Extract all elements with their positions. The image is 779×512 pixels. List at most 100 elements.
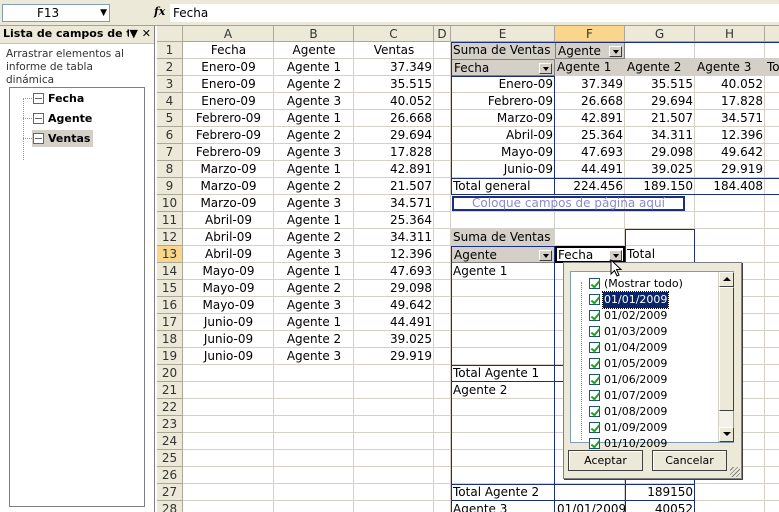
row-header-22[interactable]: 22: [157, 399, 183, 416]
formula-input[interactable]: Fecha: [170, 4, 779, 22]
table-cell-fecha[interactable]: Abril-09: [183, 229, 274, 246]
row-header-8[interactable]: 8: [157, 161, 183, 178]
row-header-23[interactable]: 23: [157, 416, 183, 433]
table-cell-ventas[interactable]: 21.507: [354, 178, 434, 195]
table-cell-fecha[interactable]: Febrero-09: [183, 127, 274, 144]
row-header-21[interactable]: 21: [157, 382, 183, 399]
table-cell-ventas[interactable]: 40.052: [354, 93, 434, 110]
checkbox-icon[interactable]: [33, 113, 44, 124]
table-cell-ventas[interactable]: 49.642: [354, 297, 434, 314]
table-cell-ventas[interactable]: 42.891: [354, 161, 434, 178]
checkbox-checked-icon[interactable]: [589, 294, 600, 305]
table-cell-fecha[interactable]: Abril-09: [183, 212, 274, 229]
table-cell-fecha[interactable]: Junio-09: [183, 348, 274, 365]
checkbox-checked-icon[interactable]: [589, 310, 600, 321]
accept-button[interactable]: Aceptar: [568, 450, 643, 471]
table-header[interactable]: Agente: [274, 42, 354, 59]
filter-item-list[interactable]: (Mostrar todo) 01/01/2009 01/02/2009 01/03/…: [570, 271, 734, 450]
table-cell-fecha[interactable]: Febrero-09: [183, 110, 274, 127]
checkbox-checked-icon[interactable]: [589, 326, 600, 337]
field-item-fecha[interactable]: Fecha: [23, 90, 87, 107]
table-cell-agente[interactable]: Agente 2: [274, 127, 354, 144]
row-header-5[interactable]: 5: [157, 110, 183, 127]
cancel-button[interactable]: Cancelar: [652, 450, 727, 471]
pivot-col-label[interactable]: 01/01/2009: [555, 501, 625, 512]
table-cell-fecha[interactable]: Enero-09: [183, 59, 274, 76]
table-cell-agente[interactable]: Agente 2: [274, 76, 354, 93]
row-header-19[interactable]: 19: [157, 348, 183, 365]
row-header-27[interactable]: 27: [157, 484, 183, 501]
table-cell-agente[interactable]: Agente 3: [274, 144, 354, 161]
column-header-next[interactable]: [765, 26, 779, 42]
table-cell-agente[interactable]: Agente 3: [274, 195, 354, 212]
table-cell-fecha[interactable]: Febrero-09: [183, 144, 274, 161]
close-icon[interactable]: ✕: [142, 27, 151, 40]
scroll-up-icon[interactable]: [719, 272, 734, 287]
checkbox-checked-icon[interactable]: [589, 406, 600, 417]
table-cell-fecha[interactable]: Mayo-09: [183, 280, 274, 297]
row-header-11[interactable]: 11: [157, 212, 183, 229]
row-header-26[interactable]: 26: [157, 467, 183, 484]
table-cell-agente[interactable]: Agente 1: [274, 59, 354, 76]
column-header-c[interactable]: C: [354, 26, 434, 42]
row-header-10[interactable]: 10: [157, 195, 183, 212]
table-cell-ventas[interactable]: 35.515: [354, 76, 434, 93]
table-cell-ventas[interactable]: 29.694: [354, 127, 434, 144]
checkbox-checked-icon[interactable]: [589, 374, 600, 385]
scroll-down-icon[interactable]: [719, 427, 734, 442]
row-header-20[interactable]: 20: [157, 365, 183, 382]
table-cell-ventas[interactable]: 37.349: [354, 59, 434, 76]
checkbox-checked-icon[interactable]: [589, 278, 600, 289]
pivot-page-drop-zone[interactable]: Coloque campos de página aquí: [452, 196, 685, 211]
row-header-1[interactable]: 1: [157, 42, 183, 59]
row-header-24[interactable]: 24: [157, 433, 183, 450]
table-cell-agente[interactable]: Agente 3: [274, 93, 354, 110]
table-cell-ventas[interactable]: 34.571: [354, 195, 434, 212]
row-header-6[interactable]: 6: [157, 127, 183, 144]
column-header-e[interactable]: E: [451, 26, 555, 42]
row-header-13[interactable]: 13: [157, 246, 183, 263]
table-cell-agente[interactable]: Agente 1: [274, 161, 354, 178]
table-cell-fecha[interactable]: Enero-09: [183, 76, 274, 93]
row-header-28[interactable]: 28: [157, 501, 183, 512]
column-header-h[interactable]: H: [695, 26, 765, 42]
checkbox-icon[interactable]: [33, 133, 44, 144]
resize-grip-icon[interactable]: [730, 467, 740, 477]
column-header-b[interactable]: B: [274, 26, 354, 42]
table-cell-ventas[interactable]: 25.364: [354, 212, 434, 229]
checkbox-checked-icon[interactable]: [589, 342, 600, 353]
table-header[interactable]: Ventas: [354, 42, 434, 59]
scrollbar[interactable]: [718, 272, 734, 442]
row-header-14[interactable]: 14: [157, 263, 183, 280]
table-cell-agente[interactable]: Agente 2: [274, 331, 354, 348]
table-cell-fecha[interactable]: Enero-09: [183, 93, 274, 110]
table-cell-agente[interactable]: Agente 3: [274, 246, 354, 263]
table-cell-fecha[interactable]: Marzo-09: [183, 195, 274, 212]
chevron-down-icon[interactable]: ▼: [100, 5, 107, 21]
row-header-25[interactable]: 25: [157, 450, 183, 467]
row-header-3[interactable]: 3: [157, 76, 183, 93]
table-cell-ventas[interactable]: 29.098: [354, 280, 434, 297]
checkbox-icon[interactable]: [33, 93, 44, 104]
select-all-corner[interactable]: [157, 26, 183, 42]
table-cell-ventas[interactable]: 47.693: [354, 263, 434, 280]
fx-icon[interactable]: fx: [154, 5, 165, 18]
name-box[interactable]: F13 ▼: [2, 4, 110, 22]
table-cell-fecha[interactable]: Abril-09: [183, 246, 274, 263]
table-cell-ventas[interactable]: 26.668: [354, 110, 434, 127]
table-cell-agente[interactable]: Agente 1: [274, 263, 354, 280]
field-item-agente[interactable]: Agente: [23, 110, 95, 127]
table-cell-agente[interactable]: Agente 3: [274, 348, 354, 365]
table-cell-agente[interactable]: Agente 1: [274, 212, 354, 229]
table-cell-ventas[interactable]: 29.919: [354, 348, 434, 365]
table-cell-fecha[interactable]: Marzo-09: [183, 178, 274, 195]
table-cell-ventas[interactable]: 39.025: [354, 331, 434, 348]
table-cell-fecha[interactable]: Junio-09: [183, 314, 274, 331]
scroll-thumb[interactable]: [719, 287, 734, 411]
table-cell-fecha[interactable]: Junio-09: [183, 331, 274, 348]
table-cell-fecha[interactable]: Marzo-09: [183, 161, 274, 178]
column-header-g[interactable]: G: [625, 26, 695, 42]
pivot-data-field[interactable]: Suma de Ventas: [451, 229, 555, 246]
table-cell-agente[interactable]: Agente 2: [274, 280, 354, 297]
checkbox-checked-icon[interactable]: [589, 390, 600, 401]
